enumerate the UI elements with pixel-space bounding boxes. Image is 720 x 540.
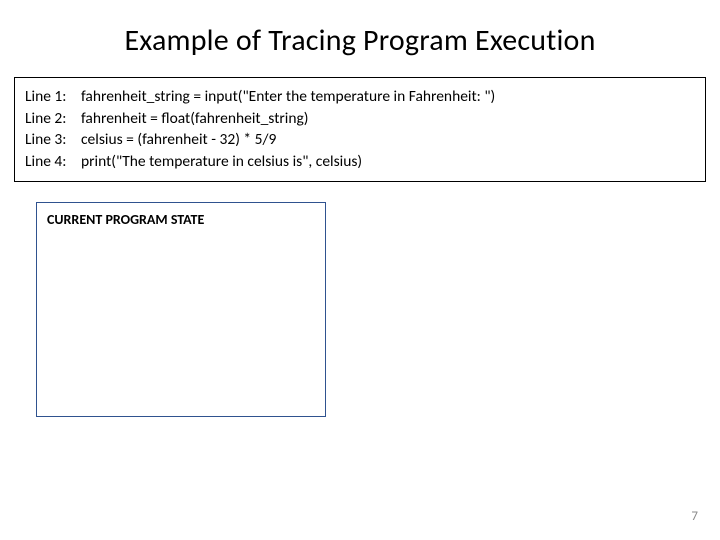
page-number: 7 [691,509,698,524]
code-line: Line 4: print("The temperature in celsiu… [25,151,695,173]
code-line: Line 1: fahrenheit_string = input("Enter… [25,86,695,108]
program-state-title: CURRENT PROGRAM STATE [47,211,315,228]
code-text: fahrenheit_string = input("Enter the tem… [81,86,695,108]
code-line: Line 3: celsius = (fahrenheit - 32) * 5/… [25,129,695,151]
line-label: Line 1: [25,86,81,108]
line-label: Line 3: [25,129,81,151]
code-text: print("The temperature in celsius is", c… [81,151,695,173]
code-listing-box: Line 1: fahrenheit_string = input("Enter… [14,77,706,182]
code-line: Line 2: fahrenheit = float(fahrenheit_st… [25,108,695,130]
slide-title: Example of Tracing Program Execution [0,0,720,77]
program-state-box: CURRENT PROGRAM STATE [36,202,326,417]
line-label: Line 2: [25,108,81,130]
line-label: Line 4: [25,151,81,173]
code-text: fahrenheit = float(fahrenheit_string) [81,108,695,130]
code-text: celsius = (fahrenheit - 32) * 5/9 [81,129,695,151]
